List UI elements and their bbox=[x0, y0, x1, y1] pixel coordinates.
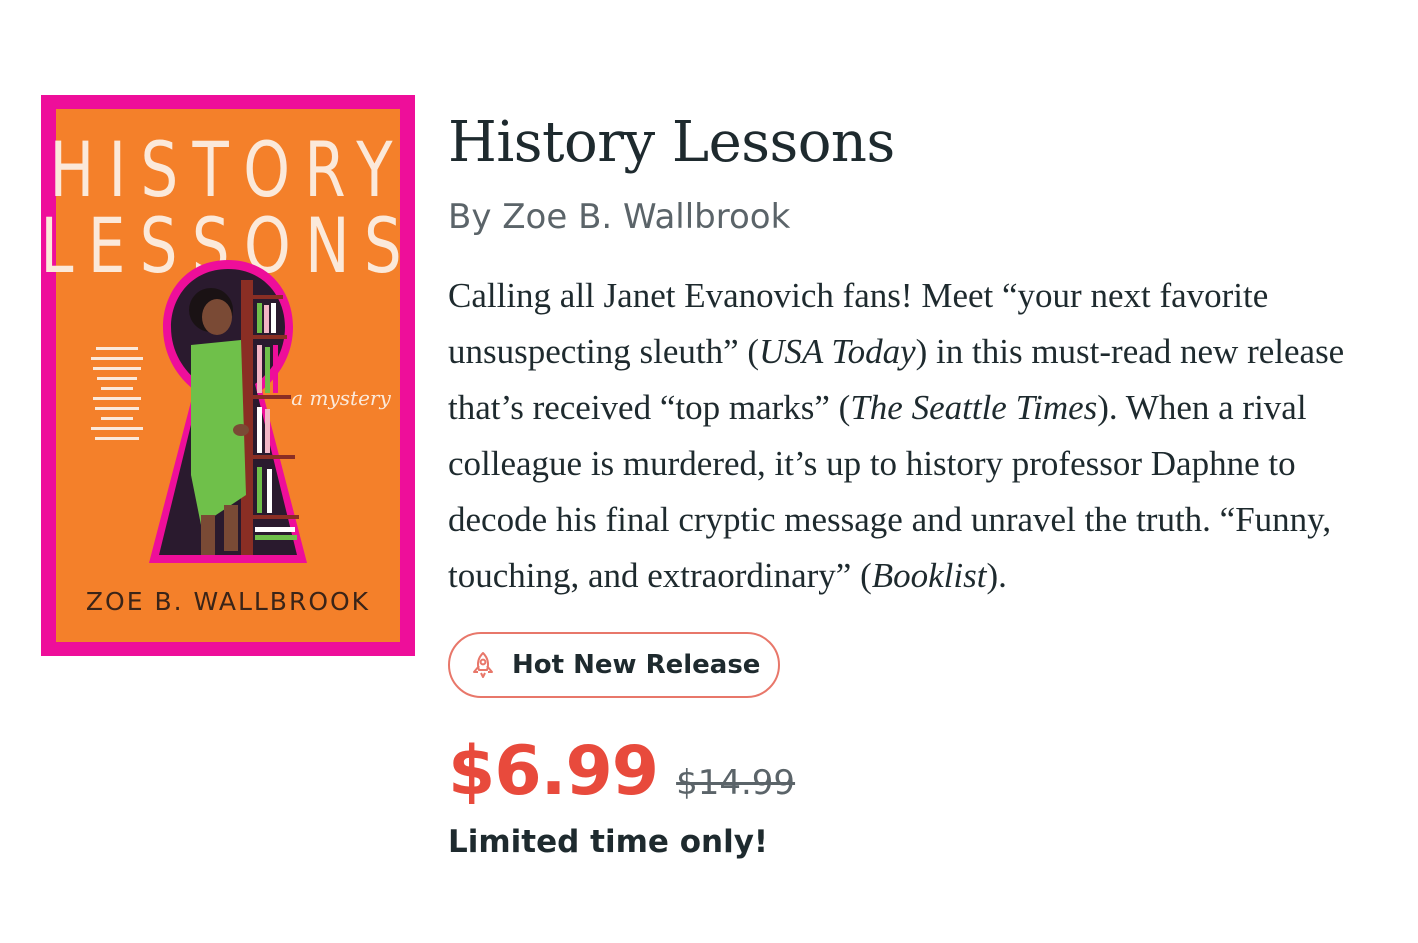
book-title[interactable]: History Lessons bbox=[448, 104, 1388, 182]
book-deal-page: HISTORY LESSONS a mystery ZOE B. WALLBRO… bbox=[0, 0, 1418, 943]
sale-price: $6.99 bbox=[448, 732, 659, 811]
price-row: $6.99 $14.99 bbox=[448, 732, 1388, 812]
badge-label: Hot New Release bbox=[512, 650, 761, 680]
book-cover[interactable]: HISTORY LESSONS a mystery ZOE B. WALLBRO… bbox=[41, 95, 415, 656]
limited-time-note: Limited time only! bbox=[448, 824, 769, 860]
description-italic-run: Booklist bbox=[871, 556, 987, 595]
description-text-run: ). bbox=[986, 556, 1007, 595]
author-line[interactable]: By Zoe B. Wallbrook bbox=[448, 194, 1388, 240]
description-italic-run: USA Today bbox=[759, 332, 916, 371]
book-info: History Lessons By Zoe B. Wallbrook Call… bbox=[448, 104, 1388, 864]
description-italic-run: The Seattle Times bbox=[850, 388, 1098, 427]
cover-author: ZOE B. WALLBROOK bbox=[86, 587, 370, 616]
list-price: $14.99 bbox=[676, 763, 796, 803]
cover-subtitle: a mystery bbox=[291, 386, 391, 410]
cover-title-line1: HISTORY bbox=[49, 127, 406, 215]
hot-new-release-badge[interactable]: Hot New Release bbox=[448, 632, 781, 698]
rocket-icon bbox=[468, 650, 498, 680]
book-description: Calling all Janet Evanovich fans! Meet “… bbox=[448, 268, 1373, 604]
